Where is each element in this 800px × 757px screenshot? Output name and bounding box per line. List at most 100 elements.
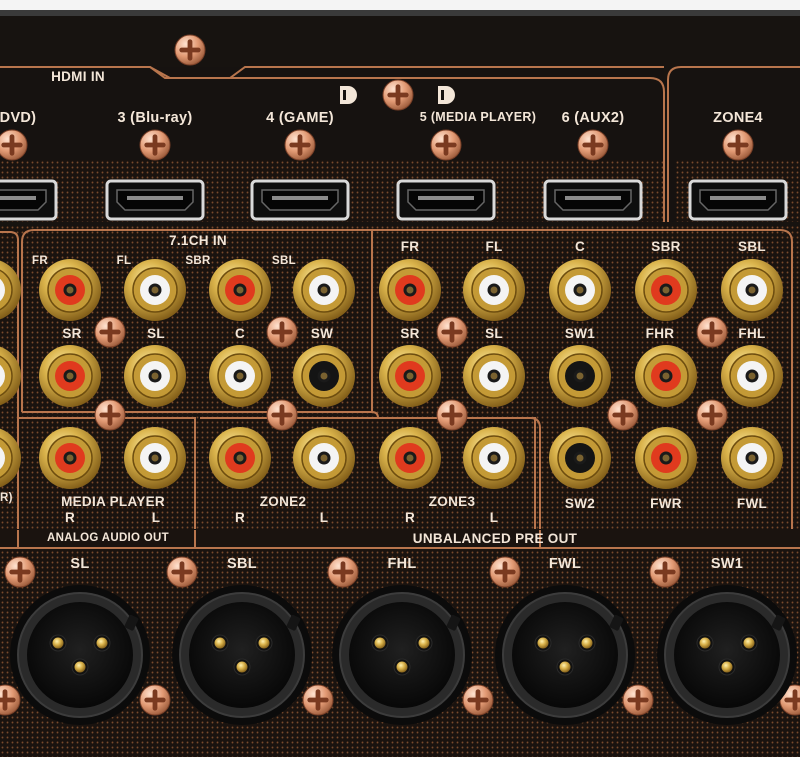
preout-label: SBR (651, 239, 681, 254)
rca-jack-white[interactable] (721, 345, 783, 407)
rca-jack-white[interactable] (124, 427, 186, 489)
screw-icon (462, 684, 494, 716)
rca-jack-red[interactable] (39, 259, 101, 321)
xlr-label: FHL (387, 556, 417, 572)
screw-icon (174, 34, 206, 66)
screw-icon (649, 556, 681, 588)
screw-icon (722, 129, 754, 161)
zone4-label: ZONE4 (713, 110, 763, 126)
hdmi-port[interactable] (543, 179, 643, 221)
xlr-pin (696, 634, 714, 652)
channel-l-label: L (489, 510, 499, 525)
xlr-pin (718, 658, 736, 676)
screw-icon (139, 129, 171, 161)
xlr-pin (371, 634, 389, 652)
multich-label: SR (62, 326, 82, 341)
rca-jack-red[interactable] (635, 345, 697, 407)
screw-icon (327, 556, 359, 588)
unbalanced-preout-title: UNBALANCED PRE OUT (412, 531, 578, 546)
xlr-jack[interactable] (172, 585, 312, 725)
channel-r-label: R (404, 510, 416, 525)
rca-jack-white[interactable] (293, 427, 355, 489)
rca-jack-white[interactable] (721, 259, 783, 321)
preout-label: SL (485, 326, 503, 341)
xlr-pin (211, 634, 229, 652)
multich-title: 7.1CH IN (169, 233, 227, 248)
screw-icon (696, 399, 728, 431)
rca-jack-red[interactable] (635, 259, 697, 321)
rca-jack-red[interactable] (209, 427, 271, 489)
media-player-label: MEDIA PLAYER (61, 494, 165, 509)
screw-icon (302, 684, 334, 716)
hdmi-port[interactable] (396, 179, 496, 221)
rca-jack-red[interactable] (635, 427, 697, 489)
rca-jack-red[interactable] (39, 427, 101, 489)
screw-icon (139, 684, 171, 716)
rca-jack-white[interactable] (209, 345, 271, 407)
screw-icon (266, 316, 298, 348)
rca-jack-white[interactable] (463, 345, 525, 407)
channel-l-label: L (319, 510, 329, 525)
xlr-pin (93, 634, 111, 652)
rca-jack-white[interactable] (463, 259, 525, 321)
xlr-label: SL (70, 556, 90, 572)
hdmi-input-label: 3 (Blu-ray) (117, 110, 193, 126)
screw-icon (382, 79, 414, 111)
multich-label: SL (147, 326, 165, 341)
screw-icon (4, 556, 36, 588)
rca-jack-black[interactable] (293, 345, 355, 407)
channel-r-label: R (64, 510, 76, 525)
hdmi-in-title: HDMI IN (51, 69, 105, 84)
xlr-jack[interactable] (657, 585, 797, 725)
preout-label: SW1 (564, 326, 596, 341)
rca-jack-white[interactable] (124, 259, 186, 321)
screw-icon (430, 129, 462, 161)
screw-icon (577, 129, 609, 161)
xlr-label: SBL (227, 556, 257, 572)
xlr-pin (71, 658, 89, 676)
hdmi-port[interactable] (250, 179, 350, 221)
channel-l-label: L (151, 510, 161, 525)
rca-jack-red[interactable] (379, 259, 441, 321)
rca-jack-black[interactable] (549, 427, 611, 489)
rca-jack-red[interactable] (39, 345, 101, 407)
xlr-jack[interactable] (332, 585, 472, 725)
xlr-pin (578, 634, 596, 652)
xlr-jack[interactable] (10, 585, 150, 725)
preout-label: FHL (738, 326, 766, 341)
preout-label: SBL (738, 239, 766, 254)
rca-jack-white[interactable] (549, 259, 611, 321)
hdmi-input-label: 6 (AUX2) (561, 110, 625, 126)
hdmi-input-label: DVD) (0, 110, 37, 126)
rca-jack-red[interactable] (379, 345, 441, 407)
hdmi-port[interactable] (105, 179, 205, 221)
screw-icon (284, 129, 316, 161)
preout-label: FL (485, 239, 503, 254)
preout-label: SR (400, 326, 420, 341)
rca-jack-white[interactable] (463, 427, 525, 489)
multich-label: FR (32, 255, 48, 267)
xlr-pin (255, 634, 273, 652)
rca-jack-white[interactable] (721, 427, 783, 489)
rca-jack-red[interactable] (379, 427, 441, 489)
screw-icon (94, 399, 126, 431)
rca-jack-red[interactable] (209, 259, 271, 321)
multich-label: SBR (185, 255, 211, 267)
rca-jack-white[interactable] (293, 259, 355, 321)
xlr-pin (415, 634, 433, 652)
rca-jack-black[interactable] (549, 345, 611, 407)
zone2-label: ZONE2 (259, 494, 307, 509)
screw-icon (696, 316, 728, 348)
rca-jack-white[interactable] (124, 345, 186, 407)
xlr-pin (49, 634, 67, 652)
preout-label: FHR (645, 326, 675, 341)
edge-label: R) (0, 492, 13, 504)
hdmi-port[interactable] (0, 179, 58, 221)
xlr-jack[interactable] (495, 585, 635, 725)
xlr-pin (534, 634, 552, 652)
hdmi-port[interactable] (688, 179, 788, 221)
screw-icon (607, 399, 639, 431)
preout-label: FWL (736, 496, 768, 511)
xlr-pin (556, 658, 574, 676)
xlr-label: SW1 (710, 556, 744, 572)
